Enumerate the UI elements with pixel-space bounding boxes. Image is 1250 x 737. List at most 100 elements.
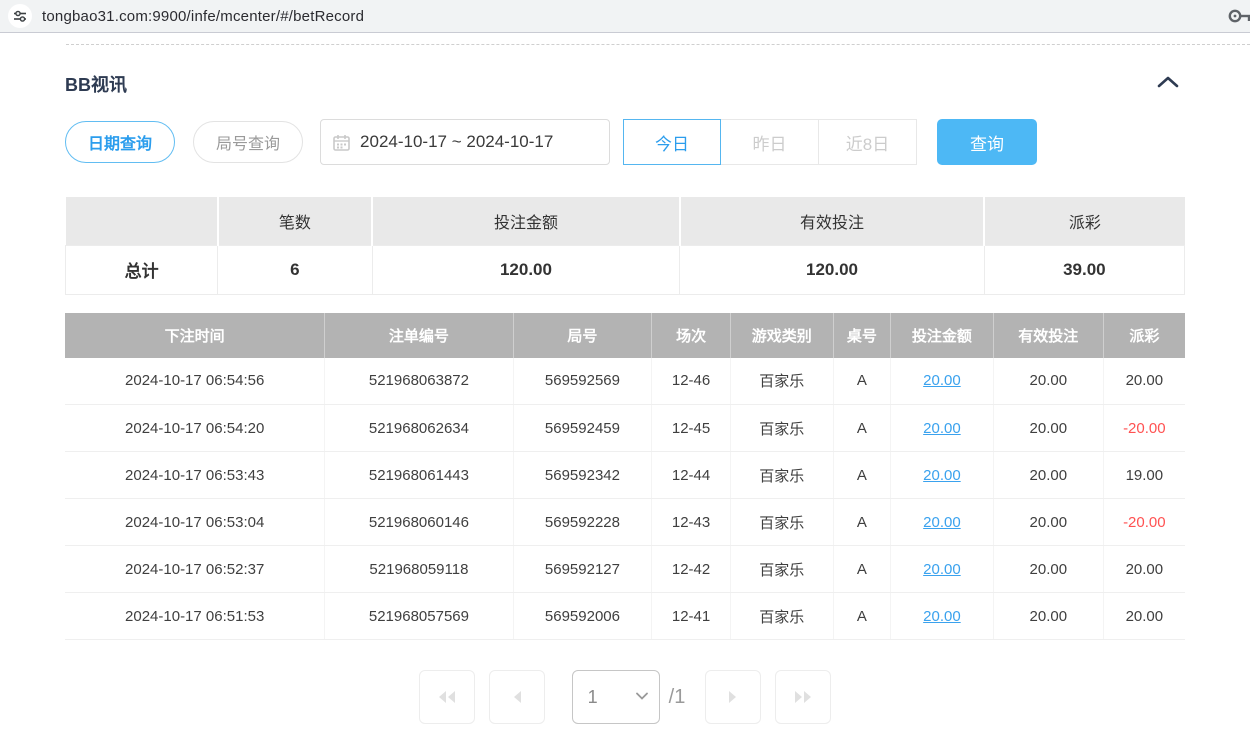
cell-round-number: 569592459 bbox=[513, 405, 652, 452]
bet-amount-link[interactable]: 20.00 bbox=[923, 514, 961, 531]
cell-game-type: 百家乐 bbox=[730, 546, 833, 593]
cell-payout: 20.00 bbox=[1103, 546, 1185, 593]
filter-toolbar: 日期查询 局号查询 2024-10-17 ~ 2024-10-17 今日 bbox=[65, 119, 1185, 165]
summary-valid-bet: 120.00 bbox=[680, 245, 984, 294]
url-text[interactable]: tongbao31.com:9900/infe/mcenter/#/betRec… bbox=[42, 8, 364, 25]
calendar-icon bbox=[333, 134, 350, 151]
page-title: BB视讯 bbox=[65, 71, 127, 97]
total-pages-label: /1 bbox=[669, 686, 686, 709]
cell-valid-bet: 20.00 bbox=[993, 405, 1103, 452]
cell-bet-time: 2024-10-17 06:53:04 bbox=[65, 499, 325, 546]
summary-payout: 39.00 bbox=[984, 245, 1184, 294]
cell-bet-amount: 20.00 bbox=[890, 452, 993, 499]
cell-game-type: 百家乐 bbox=[730, 405, 833, 452]
double-right-arrow-icon bbox=[793, 689, 813, 705]
yesterday-button[interactable]: 昨日 bbox=[721, 119, 819, 165]
records-header-cell: 桌号 bbox=[833, 313, 890, 358]
table-row: 2024-10-17 06:54:20 521968062634 5695924… bbox=[65, 405, 1185, 452]
cell-bet-time: 2024-10-17 06:54:20 bbox=[65, 405, 325, 452]
cell-table-number: A bbox=[833, 499, 890, 546]
next-page-button[interactable] bbox=[705, 670, 761, 724]
cell-slip-number: 521968059118 bbox=[325, 546, 513, 593]
bet-amount-link[interactable]: 20.00 bbox=[923, 467, 961, 484]
cell-bet-amount: 20.00 bbox=[890, 499, 993, 546]
site-permissions-icon[interactable] bbox=[8, 4, 32, 28]
cell-session: 12-42 bbox=[652, 546, 730, 593]
right-arrow-icon bbox=[727, 689, 739, 705]
cell-slip-number: 521968057569 bbox=[325, 593, 513, 640]
date-range-input[interactable]: 2024-10-17 ~ 2024-10-17 bbox=[320, 119, 610, 165]
cell-bet-time: 2024-10-17 06:51:53 bbox=[65, 593, 325, 640]
cell-table-number: A bbox=[833, 358, 890, 405]
cell-bet-amount: 20.00 bbox=[890, 358, 993, 405]
bet-amount-link[interactable]: 20.00 bbox=[923, 608, 961, 625]
pagination: 1 /1 bbox=[65, 670, 1185, 724]
cell-slip-number: 521968060146 bbox=[325, 499, 513, 546]
records-header-cell: 注单编号 bbox=[325, 313, 513, 358]
summary-header-cell: 有效投注 bbox=[680, 197, 984, 245]
table-row: 2024-10-17 06:51:53 521968057569 5695920… bbox=[65, 593, 1185, 640]
cell-bet-time: 2024-10-17 06:52:37 bbox=[65, 546, 325, 593]
cell-round-number: 569592569 bbox=[513, 358, 652, 405]
bet-record-panel: BB视讯 日期查询 局号查询 bbox=[0, 71, 1250, 724]
cell-table-number: A bbox=[833, 546, 890, 593]
dashed-divider bbox=[66, 44, 1250, 45]
cell-table-number: A bbox=[833, 593, 890, 640]
cell-valid-bet: 20.00 bbox=[993, 452, 1103, 499]
cell-valid-bet: 20.00 bbox=[993, 593, 1103, 640]
summary-table: 笔数投注金额有效投注派彩 总计 6 120.00 120.00 39.00 bbox=[65, 197, 1185, 295]
cell-valid-bet: 20.00 bbox=[993, 546, 1103, 593]
cell-round-number: 569592127 bbox=[513, 546, 652, 593]
cell-table-number: A bbox=[833, 452, 890, 499]
cell-session: 12-43 bbox=[652, 499, 730, 546]
table-row: 2024-10-17 06:53:43 521968061443 5695923… bbox=[65, 452, 1185, 499]
key-icon[interactable] bbox=[1227, 7, 1250, 25]
double-left-arrow-icon bbox=[437, 689, 457, 705]
cell-payout: 20.00 bbox=[1103, 358, 1185, 405]
quick-date-button-group: 今日 昨日 近8日 bbox=[623, 119, 917, 165]
round-query-tab[interactable]: 局号查询 bbox=[193, 121, 303, 163]
bet-amount-link[interactable]: 20.00 bbox=[923, 372, 961, 389]
cell-slip-number: 521968062634 bbox=[325, 405, 513, 452]
prev-page-button[interactable] bbox=[489, 670, 545, 724]
cell-valid-bet: 20.00 bbox=[993, 499, 1103, 546]
table-row: 2024-10-17 06:52:37 521968059118 5695921… bbox=[65, 546, 1185, 593]
first-page-button[interactable] bbox=[419, 670, 475, 724]
records-header-cell: 游戏类别 bbox=[730, 313, 833, 358]
summary-header-cell bbox=[66, 197, 218, 245]
cell-round-number: 569592228 bbox=[513, 499, 652, 546]
cell-bet-amount: 20.00 bbox=[890, 593, 993, 640]
today-button[interactable]: 今日 bbox=[623, 119, 721, 165]
cell-game-type: 百家乐 bbox=[730, 358, 833, 405]
last-8-days-button[interactable]: 近8日 bbox=[819, 119, 917, 165]
table-row: 2024-10-17 06:54:56 521968063872 5695925… bbox=[65, 358, 1185, 405]
cell-payout: 20.00 bbox=[1103, 593, 1185, 640]
cell-payout: 19.00 bbox=[1103, 452, 1185, 499]
left-arrow-icon bbox=[511, 689, 523, 705]
cell-bet-time: 2024-10-17 06:54:56 bbox=[65, 358, 325, 405]
date-range-value: 2024-10-17 ~ 2024-10-17 bbox=[360, 132, 553, 152]
page-select-wrap: 1 bbox=[572, 670, 660, 724]
page-select[interactable]: 1 bbox=[572, 670, 660, 724]
cell-round-number: 569592006 bbox=[513, 593, 652, 640]
records-header-row: 下注时间注单编号局号场次游戏类别桌号投注金额有效投注派彩 bbox=[65, 313, 1185, 358]
bet-amount-link[interactable]: 20.00 bbox=[923, 420, 961, 437]
summary-total-row: 总计 6 120.00 120.00 39.00 bbox=[66, 245, 1185, 294]
summary-bet-amount: 120.00 bbox=[372, 245, 680, 294]
date-query-tab[interactable]: 日期查询 bbox=[65, 121, 175, 163]
search-button[interactable]: 查询 bbox=[937, 119, 1037, 165]
collapse-panel-button[interactable] bbox=[1151, 73, 1185, 95]
cell-round-number: 569592342 bbox=[513, 452, 652, 499]
cell-bet-amount: 20.00 bbox=[890, 546, 993, 593]
cell-valid-bet: 20.00 bbox=[993, 358, 1103, 405]
summary-total-label: 总计 bbox=[66, 245, 218, 294]
records-header-cell: 场次 bbox=[652, 313, 730, 358]
bet-amount-link[interactable]: 20.00 bbox=[923, 561, 961, 578]
cell-table-number: A bbox=[833, 405, 890, 452]
summary-header-cell: 投注金额 bbox=[372, 197, 680, 245]
records-header-cell: 有效投注 bbox=[993, 313, 1103, 358]
table-row: 2024-10-17 06:53:04 521968060146 5695922… bbox=[65, 499, 1185, 546]
browser-address-bar[interactable]: tongbao31.com:9900/infe/mcenter/#/betRec… bbox=[0, 0, 1250, 33]
last-page-button[interactable] bbox=[775, 670, 831, 724]
cell-session: 12-44 bbox=[652, 452, 730, 499]
